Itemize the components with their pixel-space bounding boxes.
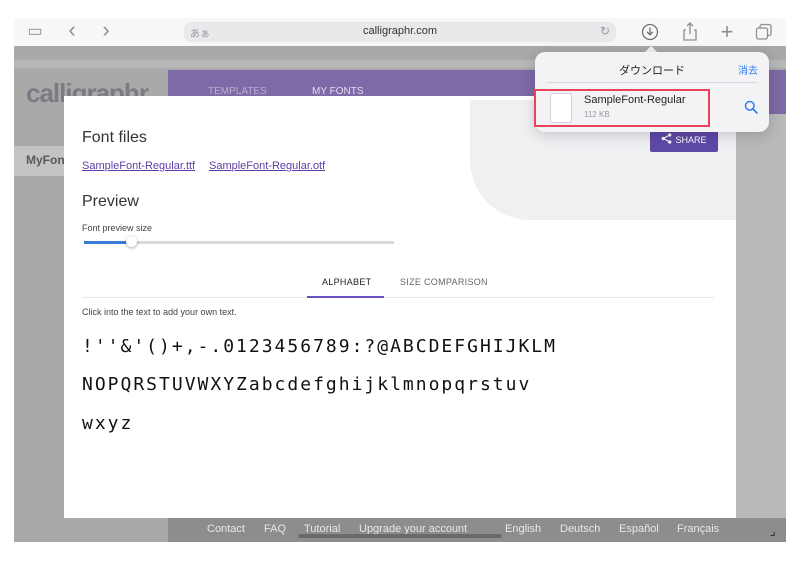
footer-link-francais[interactable]: Français xyxy=(677,523,719,535)
new-tab-icon[interactable]: + xyxy=(716,18,738,46)
active-tab-indicator xyxy=(307,296,384,298)
share-nodes-icon xyxy=(662,133,672,144)
footer-link-espanol[interactable]: Español xyxy=(619,523,659,535)
tab-size-comparison[interactable]: SIZE COMPARISON xyxy=(400,277,488,287)
reload-icon[interactable]: ↻ xyxy=(600,24,610,38)
corner-swirl-icon: ⌟ xyxy=(770,524,776,538)
url-text: calligraphr.com xyxy=(363,25,437,37)
preview-heading: Preview xyxy=(82,193,139,210)
forward-icon[interactable]: › xyxy=(96,16,116,44)
footer-link-faq[interactable]: FAQ xyxy=(264,523,286,535)
downloads-divider xyxy=(547,82,757,83)
preview-size-slider-thumb[interactable] xyxy=(125,236,137,247)
preview-text-line-1[interactable]: !''&'()+,-.0123456789:?@ABCDEFGHIJKLM xyxy=(82,336,732,357)
download-item-highlight xyxy=(534,89,710,127)
tabs-divider xyxy=(82,297,714,298)
preview-hint: Click into the text to add your own text… xyxy=(82,307,237,317)
clear-downloads-button[interactable]: 消去 xyxy=(738,62,758,77)
address-bar[interactable]: あぁ calligraphr.com ↻ xyxy=(184,22,616,42)
preview-size-label: Font preview size xyxy=(82,223,153,233)
magnifier-icon[interactable] xyxy=(744,100,758,117)
share-icon[interactable] xyxy=(680,21,700,43)
share-button-label: SHARE xyxy=(675,135,707,145)
preview-size-slider-fill xyxy=(84,241,131,244)
otf-download-link[interactable]: SampleFont-Regular.otf xyxy=(209,160,325,172)
footer-link-english[interactable]: English xyxy=(505,523,541,535)
tab-alphabet[interactable]: ALPHABET xyxy=(322,277,371,287)
preview-text-line-2[interactable]: NOPQRSTUVWXYZabcdefghijklmnopqrstuv xyxy=(82,374,732,395)
downloads-title: ダウンロード xyxy=(619,65,685,77)
ttf-download-link[interactable]: SampleFont-Regular.ttf xyxy=(82,160,195,172)
sidebar-toggle-icon[interactable]: ▭ xyxy=(24,18,46,46)
font-files-heading: Font files xyxy=(82,129,147,146)
page-right-panel xyxy=(736,114,786,542)
footer-link-contact[interactable]: Contact xyxy=(207,523,245,535)
home-indicator xyxy=(298,534,502,538)
site-footer: Contact FAQ Tutorial Upgrade your accoun… xyxy=(168,518,786,542)
back-icon[interactable]: ‹ xyxy=(62,16,82,44)
preview-text-line-3[interactable]: wxyz xyxy=(82,413,732,434)
tabs-overview-icon[interactable] xyxy=(755,23,773,41)
sidebar-label-my-fonts[interactable]: MyFon xyxy=(26,153,65,167)
footer-link-deutsch[interactable]: Deutsch xyxy=(560,523,600,535)
downloads-icon[interactable] xyxy=(640,22,660,42)
